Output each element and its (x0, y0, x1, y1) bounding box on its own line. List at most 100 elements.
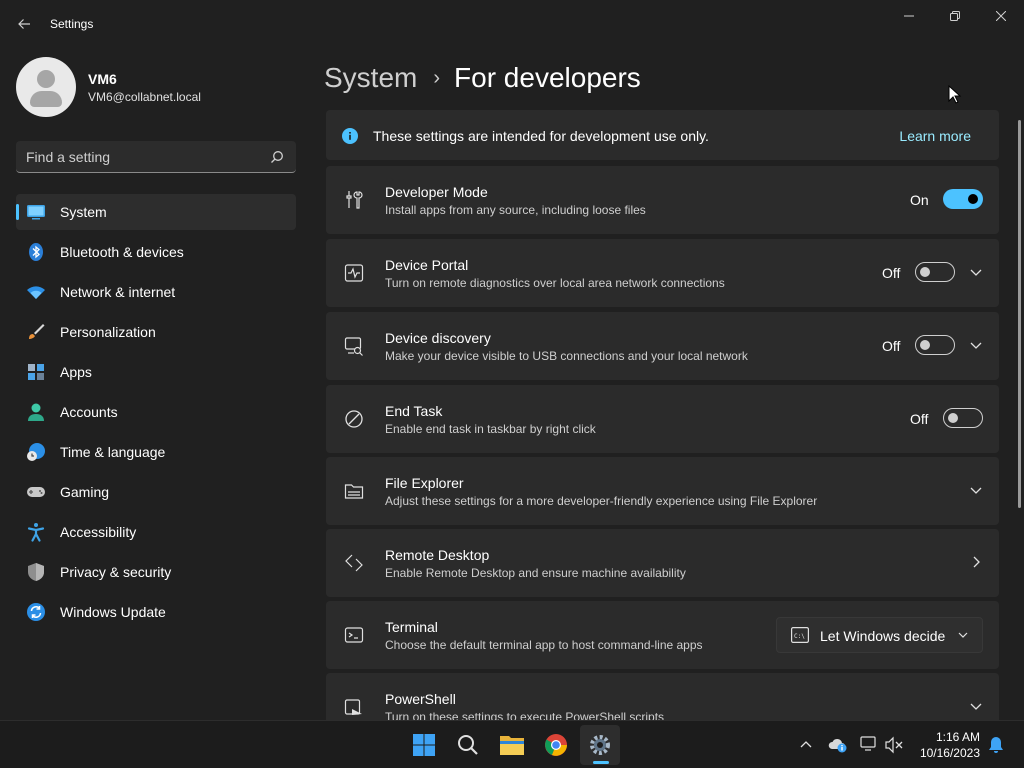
developer-mode-card: Developer Mode Install apps from any sou… (326, 166, 999, 234)
paintbrush-icon (29, 324, 45, 339)
minimize-button[interactable] (886, 0, 932, 32)
nav-label: Accounts (60, 404, 118, 420)
terminal-dropdown[interactable]: C:\ Let Windows decide (776, 617, 983, 653)
chevron-down-icon[interactable] (969, 338, 983, 352)
system-display-icon (27, 205, 45, 220)
chevron-right-icon[interactable] (969, 555, 983, 569)
setting-description: Make your device visible to USB connecti… (385, 349, 748, 363)
breadcrumb-separator: › (433, 66, 441, 89)
profile-email: VM6@collabnet.local (88, 90, 201, 104)
nav-label: Bluetooth & devices (60, 244, 184, 260)
taskbar-chrome[interactable] (536, 725, 576, 765)
device-portal-toggle[interactable] (915, 262, 955, 282)
back-button[interactable] (8, 8, 40, 40)
onedrive-tray[interactable] (828, 735, 848, 755)
show-hidden-icons-button[interactable] (796, 735, 816, 755)
windows-start-icon (413, 734, 435, 756)
volume-tray[interactable] (884, 735, 904, 755)
nav-item-network[interactable]: Network & internet (16, 274, 296, 310)
nav-item-accounts[interactable]: Accounts (16, 394, 296, 430)
notifications-button[interactable] (986, 735, 1006, 755)
taskbar-settings[interactable] (580, 725, 620, 765)
profile-name: VM6 (88, 71, 117, 87)
breadcrumb-parent[interactable]: System (324, 62, 417, 94)
toggle-state: Off (882, 265, 901, 281)
clock-time[interactable]: 1:16 AM (936, 730, 980, 744)
nav-item-apps[interactable]: Apps (16, 354, 296, 390)
setting-title: Developer Mode (385, 184, 488, 200)
breadcrumb: System › For developers (324, 58, 641, 98)
shield-icon (28, 563, 44, 581)
nav-item-privacy-security[interactable]: Privacy & security (16, 554, 296, 590)
svg-text:C:\: C:\ (794, 633, 805, 640)
nav-label: System (60, 204, 107, 220)
info-text: These settings are intended for developm… (373, 128, 709, 144)
developer-mode-toggle[interactable] (943, 189, 983, 209)
volume-muted-icon (885, 736, 903, 754)
taskbar-file-explorer[interactable] (492, 725, 532, 765)
start-button[interactable] (404, 725, 444, 765)
nav-item-gaming[interactable]: Gaming (16, 474, 296, 510)
nav-label: Accessibility (60, 524, 137, 540)
device-portal-card[interactable]: Device Portal Turn on remote diagnostics… (326, 239, 999, 307)
close-button[interactable] (978, 0, 1024, 32)
clock-date[interactable]: 10/16/2023 (920, 746, 980, 760)
scrollbar[interactable] (1018, 120, 1021, 508)
nav-item-accessibility[interactable]: Accessibility (16, 514, 296, 550)
nav-item-time-language[interactable]: Time & language (16, 434, 296, 470)
gamepad-icon (27, 487, 45, 497)
end-task-card: End Task Enable end task in taskbar by r… (326, 385, 999, 453)
avatar (16, 57, 76, 117)
info-icon (342, 128, 358, 144)
setting-title: Terminal (385, 619, 438, 635)
nav-label: Personalization (60, 324, 156, 340)
terminal-icon (344, 627, 364, 643)
learn-more-link[interactable]: Learn more (899, 128, 971, 144)
network-tray[interactable] (860, 735, 880, 755)
powershell-card[interactable]: PowerShell Turn on these settings to exe… (326, 673, 999, 720)
setting-description: Turn on these settings to execute PowerS… (385, 710, 665, 720)
arrow-left-icon (18, 19, 30, 29)
setting-description: Adjust these settings for a more develop… (385, 494, 818, 508)
end-task-toggle[interactable] (943, 408, 983, 428)
maximize-button[interactable] (932, 0, 978, 32)
developer-tools-icon (346, 191, 363, 209)
file-explorer-card[interactable]: File Explorer Adjust these settings for … (326, 457, 999, 525)
setting-description: Enable Remote Desktop and ensure machine… (385, 566, 686, 580)
bell-icon (989, 737, 1003, 753)
chrome-icon (545, 734, 567, 756)
nav-item-bluetooth[interactable]: Bluetooth & devices (16, 234, 296, 270)
chevron-down-icon (958, 632, 968, 638)
folder-icon (344, 484, 364, 499)
toggle-state: Off (882, 338, 901, 354)
setting-description: Install apps from any source, including … (385, 203, 646, 217)
nav-item-windows-update[interactable]: Windows Update (16, 594, 296, 630)
nav-item-personalization[interactable]: Personalization (16, 314, 296, 350)
device-discovery-toggle[interactable] (915, 335, 955, 355)
chevron-down-icon[interactable] (969, 699, 983, 713)
search-icon (458, 735, 478, 755)
nav-item-system[interactable]: System (16, 194, 296, 230)
cloud-icon (828, 738, 847, 753)
setting-description: Turn on remote diagnostics over local ar… (385, 276, 725, 290)
nav-label: Gaming (60, 484, 110, 500)
network-disconnected-icon (860, 736, 876, 751)
setting-title: Device discovery (385, 330, 491, 346)
settings-gear-icon (590, 735, 610, 755)
nav-list: System Bluetooth & devices Network & int… (16, 194, 296, 634)
device-discovery-icon (344, 337, 363, 356)
device-discovery-card[interactable]: Device discovery Make your device visibl… (326, 312, 999, 380)
command-prompt-icon: C:\ (791, 627, 809, 643)
active-app-indicator (593, 761, 609, 764)
nav-label: Privacy & security (60, 564, 172, 580)
user-profile[interactable]: VM6 VM6@collabnet.local (16, 57, 296, 117)
search-icon[interactable] (270, 150, 284, 164)
chevron-down-icon[interactable] (969, 265, 983, 279)
taskbar-search-button[interactable] (448, 725, 488, 765)
toggle-state: Off (910, 411, 929, 427)
chevron-down-icon[interactable] (969, 483, 983, 497)
taskbar: 1:16 AM 10/16/2023 (0, 720, 1024, 768)
search-input[interactable] (26, 147, 256, 167)
globe-clock-icon (27, 443, 45, 461)
remote-desktop-card[interactable]: Remote Desktop Enable Remote Desktop and… (326, 529, 999, 597)
